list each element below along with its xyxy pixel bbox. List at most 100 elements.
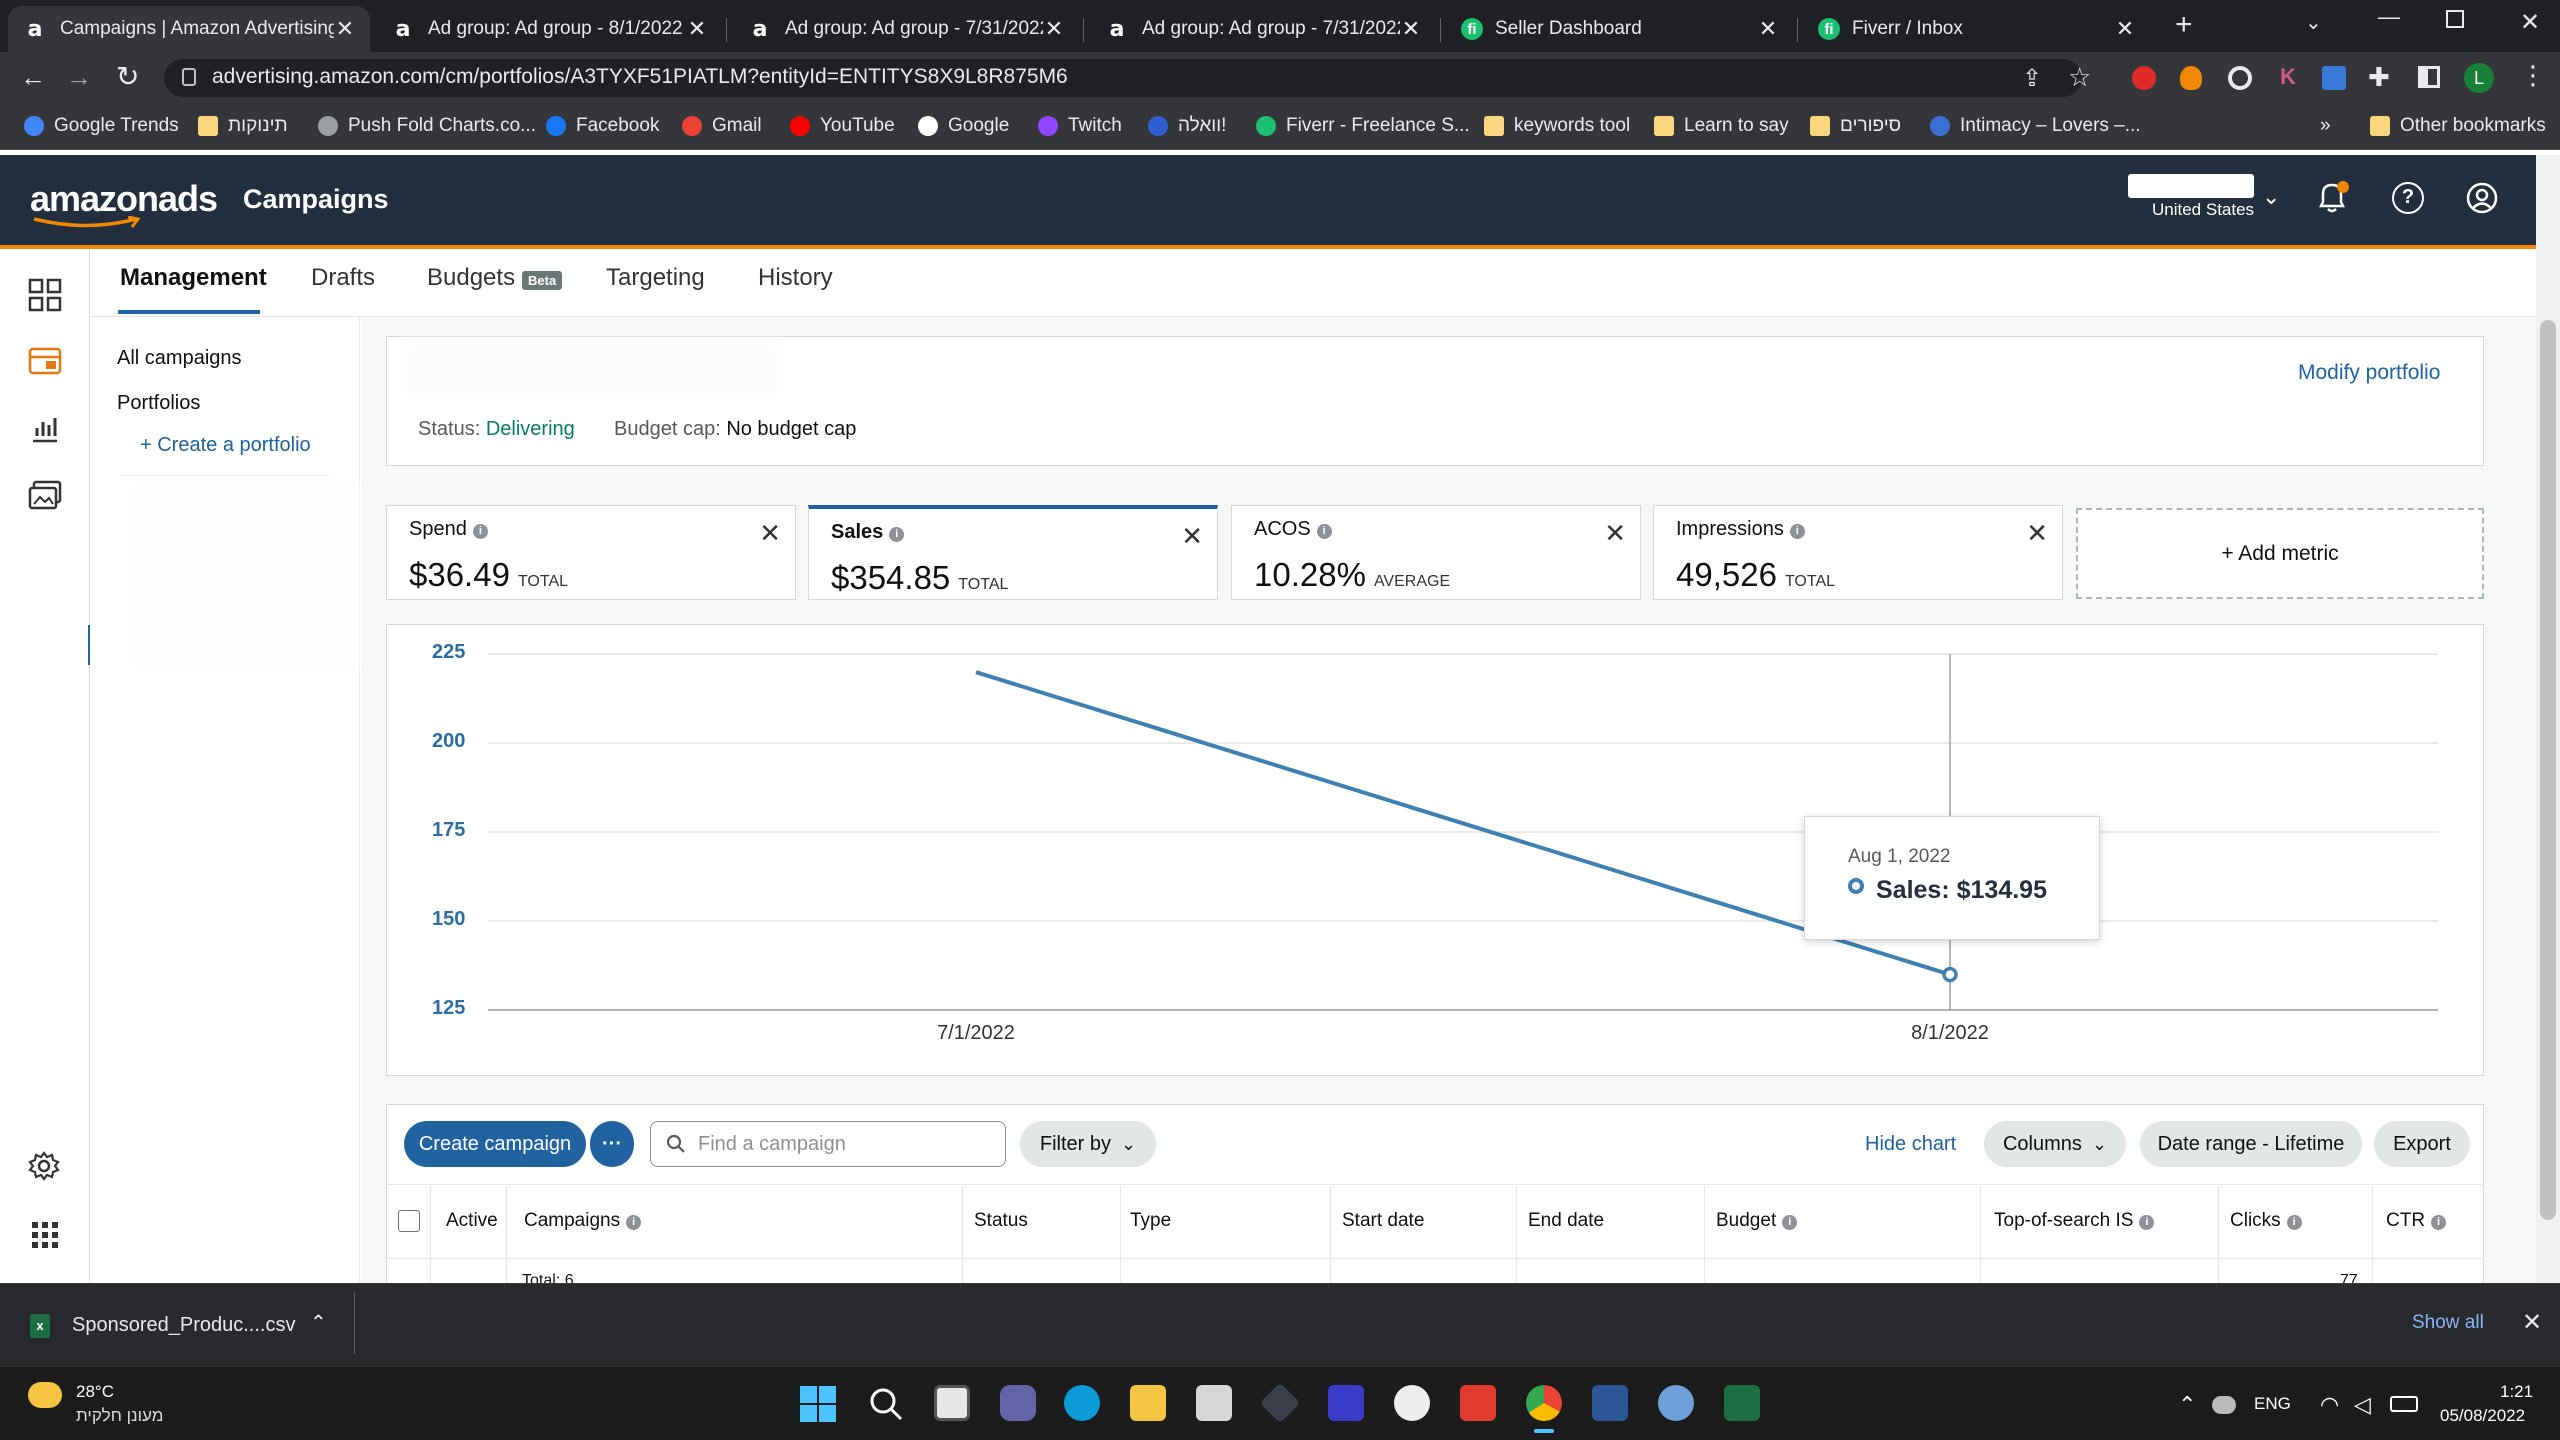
amazon-ads-logo[interactable]: amazonads xyxy=(30,178,218,220)
word-icon[interactable] xyxy=(1592,1385,1628,1421)
filter-by-button[interactable]: Filter by ⌄ xyxy=(1020,1121,1156,1167)
tray-overflow-icon[interactable]: ⌃ xyxy=(2178,1392,2196,1418)
bookmark-11[interactable]: Learn to say xyxy=(1654,112,1789,140)
info-icon[interactable]: i xyxy=(626,1215,642,1230)
info-icon[interactable]: i xyxy=(1782,1215,1798,1230)
clock-date[interactable]: 05/08/2022 xyxy=(2440,1406,2525,1426)
info-icon[interactable]: i xyxy=(889,527,905,542)
tab-targeting[interactable]: Targeting xyxy=(606,264,705,292)
close-download-bar-icon[interactable]: ✕ xyxy=(2522,1308,2542,1337)
create-portfolio-link[interactable]: + Create a portfolio xyxy=(140,434,311,457)
column-header-clicks[interactable]: Clicks i xyxy=(2230,1210,2302,1232)
creative-assets-icon[interactable] xyxy=(28,480,62,510)
browser-tab-3[interactable]: a Ad group: Ad group - 7/31/2022 ✕ xyxy=(1090,6,1436,52)
tab-budgets[interactable]: Budgets xyxy=(427,264,515,292)
info-icon[interactable]: i xyxy=(2139,1215,2155,1230)
language-indicator[interactable]: ENG xyxy=(2254,1394,2291,1414)
mathtype-icon[interactable] xyxy=(1328,1385,1364,1421)
bookmark-6[interactable]: Google xyxy=(918,112,1009,140)
clock-time[interactable]: 1:21 xyxy=(2500,1382,2533,1402)
metric-card-impressions[interactable]: Impressions i ✕ 49,526 TOTAL xyxy=(1653,505,2063,600)
metric-card-sales[interactable]: Sales i ✕ $354.85 TOTAL xyxy=(808,505,1218,600)
bookmark-13[interactable]: Intimacy – Lovers –... xyxy=(1930,112,2141,140)
share-icon[interactable]: ⇪ xyxy=(2022,64,2042,93)
select-all-checkbox[interactable] xyxy=(398,1210,420,1232)
remove-metric-icon[interactable]: ✕ xyxy=(1181,521,1203,552)
info-icon[interactable]: i xyxy=(1789,524,1805,539)
url-text[interactable]: advertising.amazon.com/cm/portfolios/A3T… xyxy=(212,65,1068,89)
remove-metric-icon[interactable]: ✕ xyxy=(2026,518,2048,549)
more-actions-button[interactable]: ··· xyxy=(590,1121,634,1167)
info-icon[interactable]: i xyxy=(2431,1215,2447,1230)
column-header-start-date[interactable]: Start date xyxy=(1342,1210,1424,1232)
bookmark-3[interactable]: Facebook xyxy=(546,112,659,140)
onedrive-icon[interactable] xyxy=(2212,1396,2236,1414)
minimize-icon[interactable]: — xyxy=(2378,4,2400,30)
browser-tab-0[interactable]: a Campaigns | Amazon Advertising ✕ xyxy=(8,6,370,52)
weather-icon[interactable] xyxy=(28,1382,62,1408)
new-tab-icon[interactable]: + xyxy=(2175,8,2193,42)
bookmark-5[interactable]: YouTube xyxy=(790,112,895,140)
bookmark-4[interactable]: Gmail xyxy=(682,112,762,140)
country-selector[interactable]: United States xyxy=(2152,200,2254,220)
add-metric-button[interactable]: + Add metric xyxy=(2076,508,2484,599)
menu-kebab-icon[interactable]: ⋮ xyxy=(2520,60,2546,91)
close-icon[interactable]: ✕ xyxy=(1757,16,1779,42)
account-name-redacted[interactable] xyxy=(2128,174,2254,198)
taskbar-search-icon[interactable] xyxy=(868,1386,904,1422)
bookmark-9[interactable]: Fiverr - Freelance S... xyxy=(1256,112,1470,140)
tab-search-icon[interactable]: ⌄ xyxy=(2305,10,2322,35)
bookmark-0[interactable]: Google Trends xyxy=(24,112,179,140)
volume-icon[interactable]: ◁ xyxy=(2354,1392,2371,1418)
weather-text[interactable]: מעונן חלקית xyxy=(76,1406,163,1426)
column-header-status[interactable]: Status xyxy=(974,1210,1028,1232)
column-header-campaigns[interactable]: Campaigns i xyxy=(524,1210,642,1232)
portfolios-link[interactable]: Portfolios xyxy=(117,392,200,415)
temperature[interactable]: 28°C xyxy=(76,1382,114,1402)
column-header-type[interactable]: Type xyxy=(1130,1210,1171,1232)
bookmark-8[interactable]: וואלה! xyxy=(1148,112,1226,140)
extension-keywords-icon[interactable] xyxy=(2322,66,2346,90)
office-icon[interactable] xyxy=(1460,1385,1496,1421)
info-icon[interactable]: i xyxy=(2286,1215,2302,1230)
column-header-active[interactable]: Active xyxy=(446,1210,498,1232)
columns-button[interactable]: Columns ⌄ xyxy=(1984,1121,2126,1167)
bookmarks-more[interactable]: » xyxy=(2320,112,2331,140)
extension-flame-icon[interactable] xyxy=(2180,66,2202,90)
campaign-manager-icon[interactable] xyxy=(28,346,62,376)
metric-card-spend[interactable]: Spend i ✕ $36.49 TOTAL xyxy=(386,505,796,600)
settings-gear-icon[interactable] xyxy=(28,1150,60,1182)
modify-portfolio-link[interactable]: Modify portfolio xyxy=(2298,361,2440,385)
profile-avatar[interactable]: L xyxy=(2464,63,2494,93)
info-icon[interactable]: i xyxy=(472,524,488,539)
window-close-icon[interactable]: ✕ xyxy=(2520,8,2540,37)
back-icon[interactable]: ← xyxy=(20,62,46,93)
hide-chart-link[interactable]: Hide chart xyxy=(1865,1133,1956,1156)
teams-chat-icon[interactable] xyxy=(1000,1385,1036,1421)
microsoft-store-icon[interactable] xyxy=(1196,1385,1232,1421)
restore-icon[interactable] xyxy=(2446,10,2464,28)
bookmark-1[interactable]: תינוקות xyxy=(198,112,288,140)
chevron-down-icon[interactable]: ⌄ xyxy=(2262,184,2280,210)
close-icon[interactable]: ✕ xyxy=(1043,16,1065,42)
task-view-icon[interactable] xyxy=(934,1385,970,1421)
bookmark-7[interactable]: Twitch xyxy=(1038,112,1122,140)
date-range-button[interactable]: Date range - Lifetime xyxy=(2140,1121,2362,1167)
chrome-icon[interactable] xyxy=(1526,1385,1562,1421)
info-icon[interactable]: i xyxy=(1316,524,1332,539)
extension-adblock-icon[interactable] xyxy=(2132,66,2156,90)
create-campaign-button[interactable]: Create campaign xyxy=(404,1121,586,1167)
bookmark-12[interactable]: סיפורים xyxy=(1810,112,1901,140)
file-explorer-icon[interactable] xyxy=(1130,1385,1166,1421)
remove-metric-icon[interactable]: ✕ xyxy=(1604,518,1626,549)
column-header-ctr[interactable]: CTR i xyxy=(2386,1210,2447,1232)
close-icon[interactable]: ✕ xyxy=(1400,16,1422,42)
dashboard-icon[interactable] xyxy=(28,278,62,312)
extensions-puzzle-icon[interactable]: ✚ xyxy=(2368,62,2390,93)
extension-sync-icon[interactable] xyxy=(2228,66,2252,90)
portfolio-list-redacted[interactable] xyxy=(140,490,350,660)
browser-tab-2[interactable]: a Ad group: Ad group - 7/31/2022 ✕ xyxy=(733,6,1079,52)
column-header-end-date[interactable]: End date xyxy=(1528,1210,1604,1232)
tab-history[interactable]: History xyxy=(758,264,833,292)
close-icon[interactable]: ✕ xyxy=(2114,16,2136,42)
